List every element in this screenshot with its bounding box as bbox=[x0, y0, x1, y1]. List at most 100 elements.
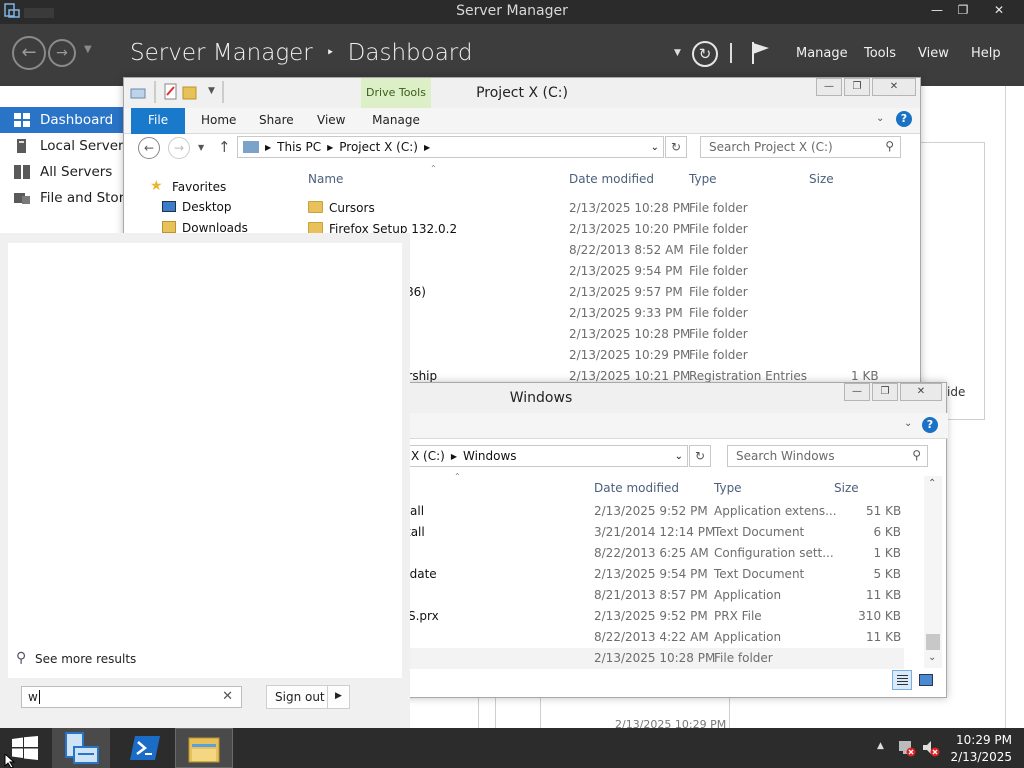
downloads-icon bbox=[162, 221, 176, 233]
sidebar-item-file-storage[interactable]: File and Stora bbox=[0, 185, 125, 211]
item-type: File folder bbox=[714, 651, 773, 665]
network-status-icon[interactable] bbox=[898, 739, 916, 757]
tab-view[interactable]: View bbox=[317, 113, 345, 127]
file-explorer-icon bbox=[188, 737, 220, 763]
explorer-titlebar: ▼ Drive Tools Project X (C:) — ❐ ✕ bbox=[124, 78, 920, 108]
item-name[interactable]: S.prx bbox=[408, 609, 439, 623]
breadcrumb-this-pc[interactable]: This PC bbox=[277, 140, 321, 154]
clock-date[interactable]: 2/13/2025 bbox=[944, 750, 1012, 764]
maximize-button[interactable]: ❐ bbox=[872, 383, 898, 401]
tab-file[interactable]: File bbox=[131, 108, 186, 134]
content-scroll-edge bbox=[1005, 86, 1006, 728]
nav-favorites[interactable]: Favorites bbox=[172, 180, 226, 194]
power-options-arrow-icon[interactable]: ▶ bbox=[335, 691, 342, 701]
sidebar-item-local-server[interactable]: Local Server bbox=[0, 133, 125, 159]
forward-button[interactable]: → bbox=[48, 39, 76, 67]
menu-tools[interactable]: Tools bbox=[864, 46, 896, 61]
address-bar[interactable]: ▶ This PC ▶ Project X (C:) ▶ ⌄ bbox=[237, 136, 664, 158]
tile-border-fragment bbox=[478, 698, 496, 728]
scrollbar-thumb[interactable] bbox=[926, 634, 940, 650]
item-type: Application bbox=[714, 588, 782, 602]
menu-manage[interactable]: Manage bbox=[796, 46, 848, 61]
breadcrumb-windows[interactable]: Windows bbox=[463, 449, 517, 463]
server-manager-titlebar: Server Manager — ❐ ✕ bbox=[0, 0, 1024, 24]
item-size: 1 KB bbox=[851, 369, 879, 383]
tab-share[interactable]: Share bbox=[259, 113, 294, 127]
sign-out-button[interactable]: Sign out bbox=[275, 690, 325, 704]
sidebar-item-all-servers[interactable]: All Servers bbox=[0, 159, 125, 185]
minimize-button[interactable]: — bbox=[816, 78, 842, 96]
refresh-icon[interactable]: ↻ bbox=[689, 445, 711, 467]
back-button[interactable]: ← bbox=[12, 36, 46, 70]
large-icons-view-icon[interactable] bbox=[919, 674, 933, 686]
menu-help[interactable]: Help bbox=[971, 46, 1001, 61]
tab-home[interactable]: Home bbox=[201, 113, 236, 127]
column-date-modified[interactable]: Date modified bbox=[569, 172, 654, 186]
volume-muted-icon[interactable] bbox=[922, 739, 940, 757]
vertical-scrollbar[interactable]: ⌃ ⌄ bbox=[924, 476, 942, 668]
refresh-icon[interactable]: ↻ bbox=[665, 136, 687, 158]
folder-icon bbox=[308, 201, 323, 213]
minimize-button[interactable]: — bbox=[844, 383, 870, 401]
breadcrumb-arrow-icon: ▶ bbox=[265, 142, 272, 152]
address-dropdown-icon[interactable]: ⌄ bbox=[651, 142, 659, 153]
close-button[interactable]: ✕ bbox=[900, 383, 942, 401]
column-name[interactable]: Name bbox=[308, 172, 343, 186]
column-type[interactable]: Type bbox=[689, 172, 717, 186]
maximize-button[interactable]: ❐ bbox=[844, 78, 870, 96]
ribbon-expand-icon[interactable]: ⌄ bbox=[876, 113, 884, 124]
item-type: File folder bbox=[689, 201, 748, 215]
nav-desktop[interactable]: Desktop bbox=[182, 200, 232, 214]
breadcrumb-separator: ‣ bbox=[326, 45, 335, 61]
sidebar-item-dashboard[interactable]: Dashboard bbox=[0, 107, 125, 133]
powershell-icon bbox=[130, 736, 160, 760]
column-size[interactable]: Size bbox=[809, 172, 834, 186]
list-item[interactable]: Cursors bbox=[308, 201, 375, 215]
menu-view[interactable]: View bbox=[918, 46, 949, 61]
search-input[interactable]: Search Windows ⚲ bbox=[727, 445, 928, 467]
recent-locations-icon[interactable]: ▼ bbox=[198, 143, 204, 152]
refresh-dropdown-icon[interactable]: ▼ bbox=[674, 48, 681, 58]
taskbar-powershell[interactable] bbox=[116, 728, 174, 768]
help-icon[interactable]: ? bbox=[922, 417, 938, 433]
sign-out-button-group: Sign out ▶ bbox=[266, 685, 350, 709]
show-hidden-icons-icon[interactable]: ▲ bbox=[877, 741, 884, 751]
taskbar-file-explorer[interactable] bbox=[175, 728, 233, 768]
column-date-modified[interactable]: Date modified bbox=[594, 481, 679, 495]
clock-time[interactable]: 10:29 PM bbox=[950, 733, 1012, 747]
clear-search-icon[interactable]: ✕ bbox=[222, 689, 233, 704]
server-icon bbox=[17, 139, 26, 153]
item-date: 2/13/2025 10:28 PM bbox=[594, 651, 716, 665]
close-button[interactable]: ✕ bbox=[984, 0, 1014, 20]
start-button[interactable] bbox=[0, 728, 50, 768]
history-dropdown-icon[interactable]: ▼ bbox=[84, 44, 92, 55]
address-bar[interactable]: X (C:) ▶ Windows ⌄ bbox=[406, 445, 688, 467]
maximize-button[interactable]: ❐ bbox=[948, 0, 978, 20]
column-size[interactable]: Size bbox=[834, 481, 859, 495]
notifications-flag-icon[interactable] bbox=[750, 40, 772, 66]
start-search-input[interactable]: w ✕ bbox=[21, 686, 242, 708]
search-input[interactable]: Search Project X (C:) ⚲ bbox=[700, 136, 901, 158]
back-button[interactable]: ← bbox=[138, 137, 160, 159]
refresh-icon[interactable]: ↻ bbox=[692, 41, 718, 67]
scroll-up-icon[interactable]: ⌃ bbox=[928, 478, 936, 489]
item-name[interactable]: all bbox=[410, 504, 424, 518]
up-icon[interactable]: ↑ bbox=[218, 138, 231, 156]
breadcrumb-project-x[interactable]: Project X (C:) bbox=[339, 140, 418, 154]
forward-button[interactable]: → bbox=[168, 137, 190, 159]
item-date: 8/22/2013 8:52 AM bbox=[569, 243, 684, 257]
see-more-results-link[interactable]: See more results bbox=[35, 652, 136, 666]
taskbar-server-manager[interactable] bbox=[52, 728, 110, 768]
ribbon-expand-icon[interactable]: ⌄ bbox=[904, 418, 912, 429]
scroll-down-icon[interactable]: ⌄ bbox=[928, 652, 936, 663]
storage-icon bbox=[14, 193, 30, 204]
item-size: 51 KB bbox=[866, 504, 902, 518]
address-dropdown-icon[interactable]: ⌄ bbox=[675, 451, 683, 462]
breadcrumb-drive[interactable]: X (C:) bbox=[411, 449, 445, 463]
details-view-icon[interactable] bbox=[892, 670, 912, 690]
column-type[interactable]: Type bbox=[714, 481, 742, 495]
tab-manage[interactable]: Manage bbox=[361, 113, 431, 127]
breadcrumb-arrow-icon: ▶ bbox=[327, 142, 334, 152]
close-button[interactable]: ✕ bbox=[872, 78, 916, 96]
help-icon[interactable]: ? bbox=[896, 111, 912, 127]
